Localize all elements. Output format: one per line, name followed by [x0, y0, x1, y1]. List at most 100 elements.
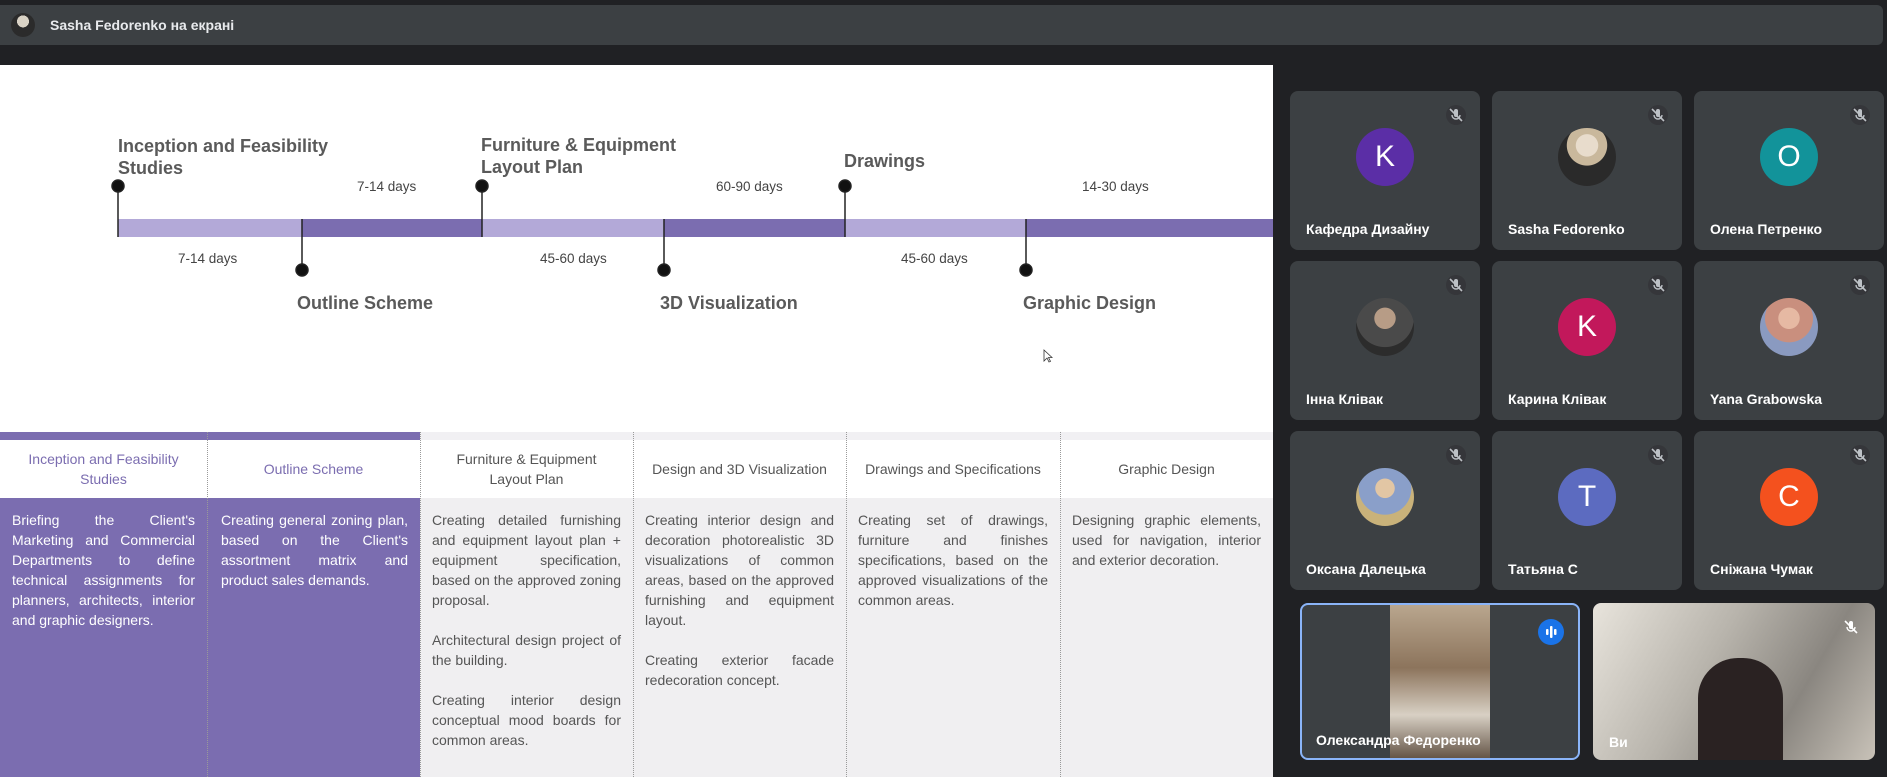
participant-video-tile[interactable]: Ви: [1593, 603, 1875, 760]
column-body: Creating interior design and decoration …: [633, 498, 846, 722]
milestone-title: 3D Visualization: [660, 293, 798, 313]
duration-label: 7-14 days: [178, 251, 238, 266]
participant-avatar: O: [1760, 128, 1818, 186]
participant-name: Yana Grabowska: [1710, 391, 1823, 407]
column-divider: [1060, 432, 1061, 777]
timeline-segment: [664, 219, 845, 237]
participant-tile[interactable]: Інна Клівак: [1290, 261, 1480, 420]
duration-label: 60-90 days: [716, 179, 783, 194]
presenter-avatar: [11, 13, 35, 37]
column-header: Drawings and Specifications: [846, 440, 1060, 498]
milestone-title: Graphic Design: [1023, 293, 1157, 313]
participant-video: [1698, 658, 1783, 760]
mic-off-icon: [1446, 445, 1466, 465]
participant-name: Татьяна С: [1508, 561, 1578, 577]
cell-text: Creating general zoning plan, based on t…: [221, 512, 408, 588]
presenter-text: Sasha Fedorenko на екрані: [50, 17, 235, 33]
participant-avatar: K: [1356, 128, 1414, 186]
table-column: Inception and Feasibility Studies Briefi…: [0, 440, 207, 777]
milestone-title: Inception and Feasibility Studies: [118, 136, 329, 178]
participant-avatar: [1356, 468, 1414, 526]
participant-name: Олександра Федоренко: [1316, 732, 1481, 748]
participant-tile[interactable]: Оксана Далецька: [1290, 431, 1480, 590]
column-body: Creating detailed furnishing and equipme…: [420, 498, 633, 777]
milestone-title: Outline Scheme: [297, 293, 434, 313]
column-divider: [846, 432, 847, 777]
milestone-title: Furniture & Equipment Layout Plan: [481, 135, 676, 177]
timeline-segment: [1026, 219, 1273, 237]
table-top-strip-accent: [0, 432, 420, 440]
cell-text: Designing graphic elements, used for nav…: [1072, 512, 1261, 568]
mic-off-icon: [1850, 445, 1870, 465]
timeline-graphic: [111, 179, 1273, 277]
duration-label: 7-14 days: [357, 179, 417, 194]
participant-name: Карина Клівак: [1508, 391, 1607, 407]
cell-text: Creating set of drawings, furniture and …: [858, 512, 1048, 608]
participant-tile[interactable]: K Карина Клівак: [1492, 261, 1682, 420]
column-body: Designing graphic elements, used for nav…: [1060, 498, 1273, 602]
participant-avatar: [1356, 298, 1414, 356]
participant-tile[interactable]: T Татьяна С: [1492, 431, 1682, 590]
participant-avatar: T: [1558, 468, 1616, 526]
speaking-indicator-icon: [1538, 619, 1564, 645]
column-divider: [633, 432, 634, 777]
timeline-segment: [118, 219, 302, 237]
participant-name: Інна Клівак: [1306, 391, 1384, 407]
duration-label: 45-60 days: [540, 251, 607, 266]
phases-table: Inception and Feasibility Studies Briefi…: [0, 432, 1273, 777]
timeline-segment: [482, 219, 664, 237]
milestone-pin: [657, 263, 671, 277]
mic-off-icon: [1648, 445, 1668, 465]
column-header: Design and 3D Visualization: [633, 440, 846, 498]
table-column: Design and 3D Visualization Creating int…: [633, 440, 846, 777]
cell-text: Briefing the Client's Marketing and Comm…: [12, 512, 195, 628]
mic-off-icon: [1841, 617, 1861, 637]
column-divider: [420, 432, 421, 777]
participant-avatar: [1558, 128, 1616, 186]
shared-screen: Inception and Feasibility Studies Furnit…: [0, 65, 1273, 777]
milestone-title: Drawings: [844, 151, 926, 171]
participant-name: Сніжана Чумак: [1710, 561, 1813, 577]
participant-name: Ви: [1609, 734, 1628, 750]
participant-name: Оксана Далецька: [1306, 561, 1426, 577]
participant-name: Кафедра Дизайну: [1306, 221, 1430, 237]
participant-tile[interactable]: Sasha Fedorenko: [1492, 91, 1682, 250]
column-header: Furniture & Equipment Layout Plan: [420, 440, 633, 498]
column-divider: [207, 432, 208, 777]
participant-tile[interactable]: K Кафедра Дизайну: [1290, 91, 1480, 250]
mic-off-icon: [1850, 105, 1870, 125]
milestone-pin: [295, 263, 309, 277]
milestone-pin: [475, 179, 489, 193]
cell-text: Creating detailed furnishing and equipme…: [432, 512, 621, 608]
column-body: Briefing the Client's Marketing and Comm…: [0, 498, 207, 662]
mouse-cursor-icon: [1043, 349, 1053, 363]
participant-tile[interactable]: Yana Grabowska: [1694, 261, 1884, 420]
column-header: Outline Scheme: [207, 440, 420, 498]
participant-tile[interactable]: O Олена Петренко: [1694, 91, 1884, 250]
column-body: Creating set of drawings, furniture and …: [846, 498, 1060, 642]
cell-text: Creating interior design conceptual mood…: [432, 692, 621, 748]
mic-off-icon: [1648, 105, 1668, 125]
participant-tile[interactable]: C Сніжана Чумак: [1694, 431, 1884, 590]
presenter-bar: Sasha Fedorenko на екрані: [0, 5, 1883, 45]
milestone-pin: [1019, 263, 1033, 277]
cell-text: Creating exterior facade redecoration co…: [645, 652, 834, 688]
mic-off-icon: [1648, 275, 1668, 295]
table-column: Graphic Design Designing graphic element…: [1060, 440, 1273, 777]
participant-name: Sasha Fedorenko: [1508, 221, 1625, 237]
column-header: Inception and Feasibility Studies: [0, 440, 207, 498]
cell-text: Architectural design project of the buil…: [432, 632, 621, 668]
table-column: Furniture & Equipment Layout Plan Creati…: [420, 440, 633, 777]
duration-label: 45-60 days: [901, 251, 968, 266]
duration-label: 14-30 days: [1082, 179, 1149, 194]
cell-text: Creating interior design and decoration …: [645, 512, 834, 628]
participant-avatar: C: [1760, 468, 1818, 526]
participant-avatar: [1760, 298, 1818, 356]
milestone-pin: [838, 179, 852, 193]
timeline-segment: [845, 219, 1026, 237]
table-column: Outline Scheme Creating general zoning p…: [207, 440, 420, 777]
column-body: Creating general zoning plan, based on t…: [207, 498, 420, 622]
column-header: Graphic Design: [1060, 440, 1273, 498]
mic-off-icon: [1446, 275, 1466, 295]
participant-video-tile[interactable]: Олександра Федоренко: [1300, 603, 1580, 760]
